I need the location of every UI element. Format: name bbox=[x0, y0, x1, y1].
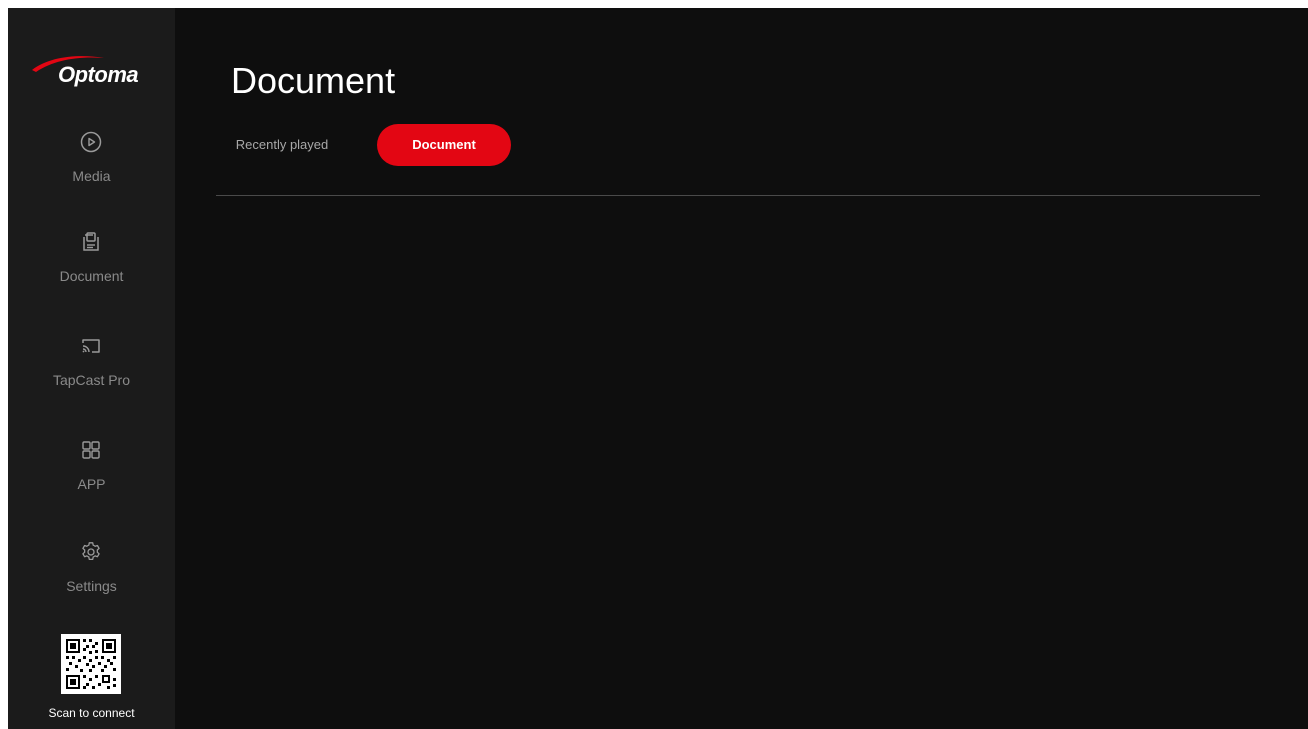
tab-recently-played[interactable]: Recently played bbox=[221, 124, 343, 166]
cast-icon bbox=[82, 339, 100, 353]
play-circle-icon bbox=[80, 131, 102, 153]
sidebar-item-tapcast-pro[interactable]: TapCast Pro bbox=[8, 334, 175, 412]
sidebar-item-label: Document bbox=[59, 268, 124, 284]
qr-label: Scan to connect bbox=[48, 706, 135, 720]
apps-grid-icon bbox=[82, 441, 100, 459]
qr-code bbox=[61, 634, 121, 694]
sidebar-item-media[interactable]: Media bbox=[8, 130, 175, 208]
logo-text: Optoma bbox=[58, 62, 139, 87]
document-icon bbox=[83, 232, 99, 251]
sidebar-item-settings[interactable]: Settings bbox=[8, 540, 175, 618]
sidebar-item-label: Media bbox=[72, 168, 111, 184]
app-screen: Optoma Media Document TapCast Pro APP Se… bbox=[8, 8, 1308, 729]
optoma-logo: Optoma bbox=[30, 52, 154, 94]
sidebar-item-app[interactable]: APP bbox=[8, 438, 175, 516]
sidebar: Optoma Media Document TapCast Pro APP Se… bbox=[8, 8, 175, 729]
sidebar-item-label: APP bbox=[77, 476, 106, 492]
gear-icon bbox=[82, 542, 100, 561]
qr-code-icon bbox=[61, 634, 121, 694]
page-title: Document bbox=[231, 60, 396, 101]
document-list bbox=[216, 198, 1260, 718]
tab-document[interactable]: Document bbox=[377, 124, 511, 166]
divider bbox=[216, 195, 1260, 196]
sidebar-item-label: Settings bbox=[66, 578, 117, 594]
sidebar-item-document[interactable]: Document bbox=[8, 230, 175, 308]
sidebar-item-label: TapCast Pro bbox=[52, 372, 131, 388]
